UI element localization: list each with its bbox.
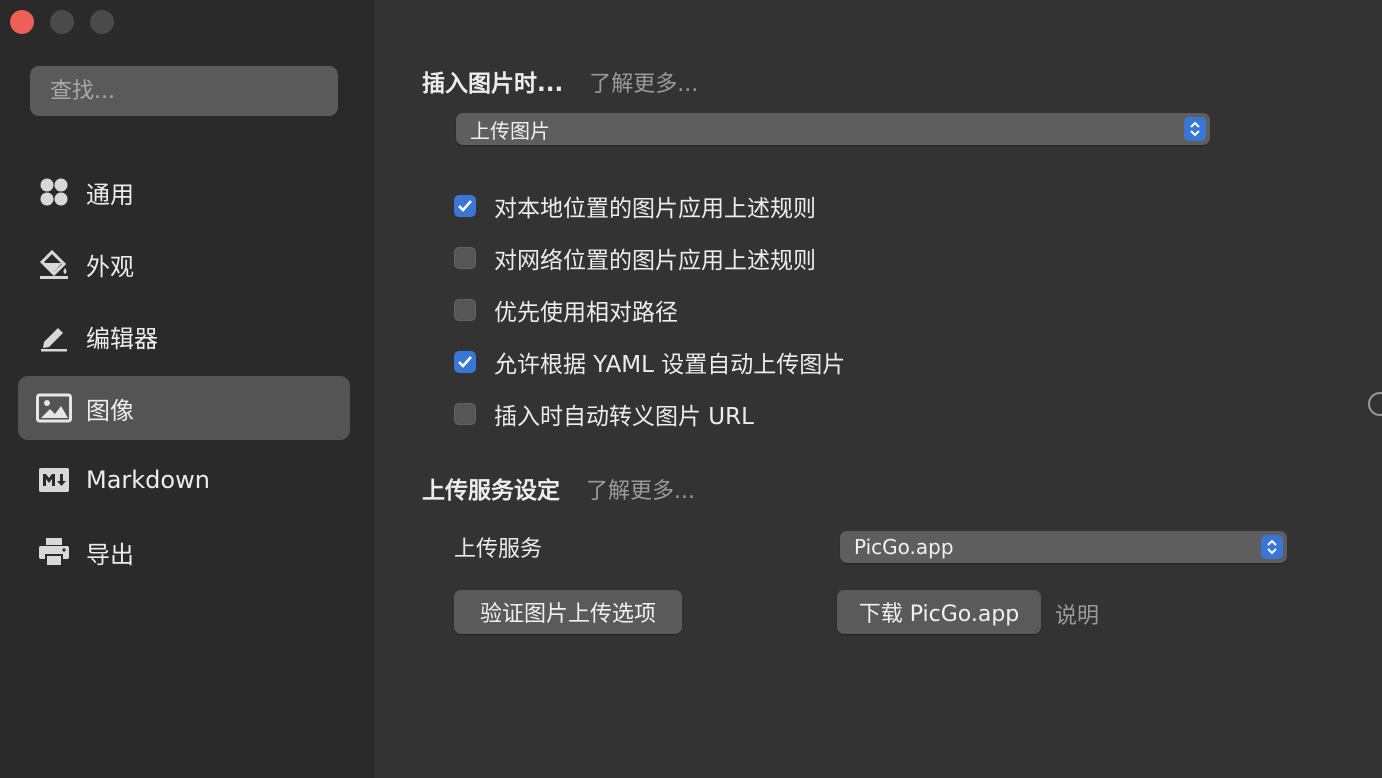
sidebar-item-label: 导出 [86, 540, 134, 569]
grid-dots-icon [36, 174, 72, 210]
pencil-icon [36, 318, 72, 354]
minimize-window-button[interactable] [50, 10, 74, 34]
insert-section-title: 插入图片时... [422, 71, 564, 97]
option-label: 对本地位置的图片应用上述规则 [494, 196, 816, 222]
option-apply-network-images[interactable]: 对网络位置的图片应用上述规则 [454, 232, 845, 284]
option-apply-local-images[interactable]: 对本地位置的图片应用上述规则 [454, 180, 845, 232]
sidebar: 通用 外观 [0, 0, 374, 778]
download-picgo-button[interactable]: 下载 PicGo.app [837, 590, 1041, 634]
sidebar-item-label: 通用 [86, 180, 134, 209]
insert-section-header: 插入图片时... 了解更多... [422, 64, 698, 98]
checkbox-unchecked[interactable] [454, 247, 476, 269]
sidebar-item-label: Markdown [86, 466, 210, 494]
image-preferences-pane: 插入图片时... 了解更多... 上传图片 对本地位置的图片应用上述规则 对网络… [374, 0, 1382, 778]
sidebar-item-label: 图像 [86, 396, 134, 425]
checkbox-unchecked[interactable] [454, 299, 476, 321]
option-yaml-auto-upload[interactable]: 允许根据 YAML 设置自动上传图片 [454, 336, 845, 388]
insert-learn-more-link[interactable]: 了解更多... [589, 66, 698, 98]
upload-service-value: PicGo.app [854, 535, 954, 559]
checkbox-checked[interactable] [454, 195, 476, 217]
sidebar-item-general[interactable]: 通用 [18, 160, 350, 224]
sidebar-item-export[interactable]: 导出 [18, 520, 350, 584]
upload-section-header: 上传服务设定 了解更多... [422, 471, 695, 505]
close-window-button[interactable] [10, 10, 34, 34]
paint-bucket-icon [36, 246, 72, 282]
window-controls [10, 10, 114, 34]
option-prefer-relative-path[interactable]: 优先使用相对路径 [454, 284, 845, 336]
info-icon[interactable] [1368, 392, 1382, 416]
upload-section-title: 上传服务设定 [422, 478, 560, 504]
insert-options-list: 对本地位置的图片应用上述规则 对网络位置的图片应用上述规则 优先使用相对路径 允… [454, 180, 845, 440]
insert-action-value: 上传图片 [470, 118, 550, 143]
checkbox-checked[interactable] [454, 351, 476, 373]
checkbox-unchecked[interactable] [454, 403, 476, 425]
insert-action-select[interactable]: 上传图片 [456, 113, 1210, 145]
option-label: 优先使用相对路径 [494, 300, 678, 326]
sidebar-item-image[interactable]: 图像 [18, 376, 350, 440]
sidebar-item-markdown[interactable]: Markdown [18, 448, 350, 512]
help-link[interactable]: 说明 [1055, 598, 1099, 630]
sidebar-item-editor[interactable]: 编辑器 [18, 304, 350, 368]
select-stepper-icon [1261, 535, 1283, 559]
printer-icon [36, 534, 72, 570]
option-escape-image-url[interactable]: 插入时自动转义图片 URL [454, 388, 845, 440]
image-icon [36, 390, 72, 426]
markdown-icon [36, 462, 72, 498]
verify-upload-button[interactable]: 验证图片上传选项 [454, 590, 682, 634]
select-stepper-icon [1184, 117, 1206, 141]
option-label: 对网络位置的图片应用上述规则 [494, 248, 816, 274]
upload-service-label: 上传服务 [454, 537, 543, 562]
upload-learn-more-link[interactable]: 了解更多... [586, 473, 695, 505]
sidebar-item-label: 编辑器 [86, 324, 158, 353]
maximize-window-button[interactable] [90, 10, 114, 34]
sidebar-item-appearance[interactable]: 外观 [18, 232, 350, 296]
search-input[interactable] [30, 66, 338, 116]
sidebar-nav: 通用 外观 编辑器 图像 Markdown 导出 [18, 160, 350, 592]
option-label: 插入时自动转义图片 URL [494, 404, 754, 430]
option-label: 允许根据 YAML 设置自动上传图片 [494, 352, 846, 378]
sidebar-item-label: 外观 [86, 252, 134, 281]
upload-service-select[interactable]: PicGo.app [840, 531, 1287, 563]
preferences-window: 通用 外观 [0, 0, 1382, 778]
download-picgo-label: 下载 PicGo.app [858, 602, 1020, 627]
verify-upload-label: 验证图片上传选项 [479, 602, 656, 627]
